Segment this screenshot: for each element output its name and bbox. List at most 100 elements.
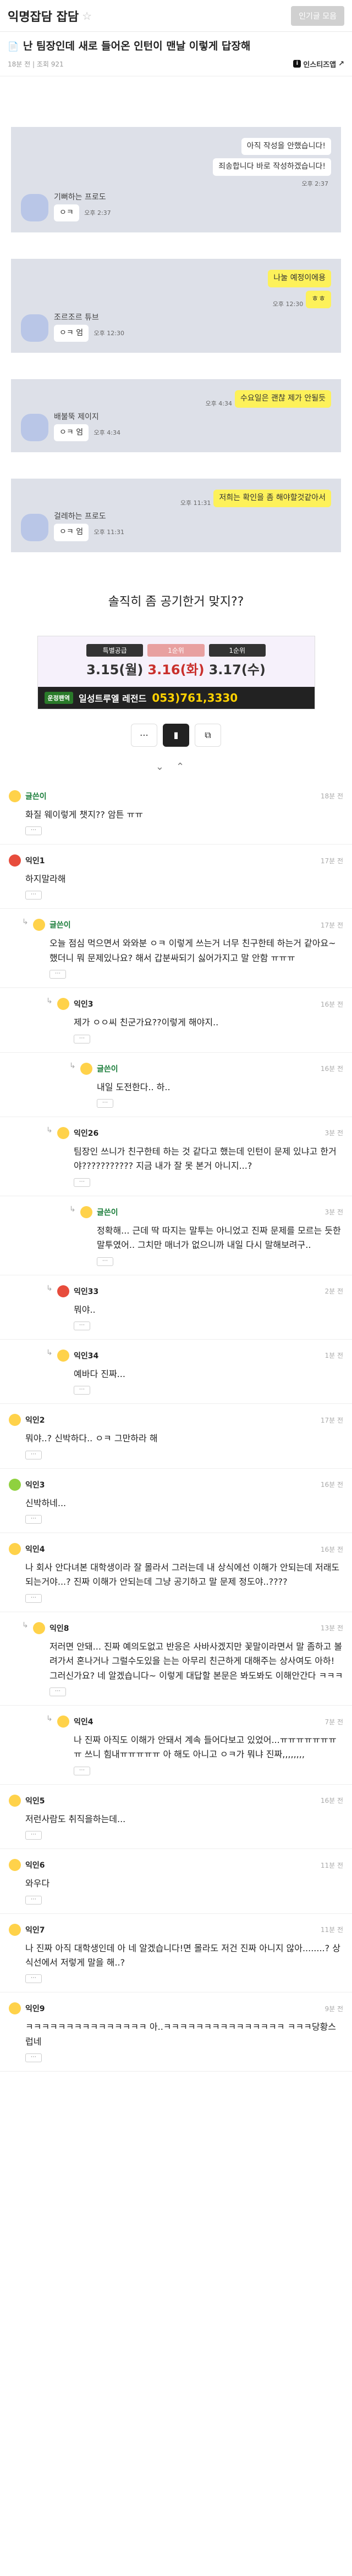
comment-text: 뭐야.. [74, 1304, 96, 1315]
post-age: 18분 전 [8, 60, 31, 68]
user-icon [57, 1349, 69, 1362]
source-link[interactable]: i 인스티즈앱 ↗ [293, 59, 344, 69]
comment-author[interactable]: 익인3 [25, 1479, 45, 1490]
comment-date: 1분 전 [324, 1352, 343, 1360]
reply-arrow-icon: ↳ [46, 1348, 53, 1357]
comment-text: 저러면 안돼... 진짜 예의도없고 반응은 사바사겠지만 꽃말이라면서 말 좀… [50, 1641, 343, 1681]
comment-more-button[interactable]: ⋯ [74, 1321, 90, 1330]
comment-more-button[interactable]: ⋯ [25, 1895, 42, 1905]
chat-time: 오후 4:34 [205, 399, 232, 407]
ad-brand: 일성트루엘 레전드 [78, 693, 147, 704]
comment-author[interactable]: 익인9 [25, 2003, 45, 2014]
comment-text: 나 회사 안다녀본 대학생이라 잘 몰라서 그러는데 내 상식에선 이해가 안되… [25, 1562, 340, 1587]
ad-label: 1순위 [208, 643, 266, 657]
comment-more-button[interactable]: ⋯ [25, 891, 42, 900]
comment-more-button[interactable]: ⋯ [50, 970, 66, 979]
comment: ↳ 글쓴이 3분 전 정확해... 근데 딱 따지는 말투는 아니었고 진짜 문제를 … [0, 1196, 352, 1275]
comment-text: 정확해... 근데 딱 따지는 말투는 아니었고 진짜 문제를 모르는 듯한 말… [97, 1225, 341, 1251]
chat-message: 저희는 확인을 좀 해야할것같아서 [213, 490, 331, 508]
comment-more-button[interactable]: ⋯ [50, 1687, 66, 1697]
comment-text: 신박하네... [25, 1497, 67, 1508]
comment-author[interactable]: 글쓴이 [97, 1063, 118, 1074]
more-options-button[interactable]: ⋯ [131, 723, 157, 747]
comment-author[interactable]: 익인33 [74, 1286, 98, 1297]
user-icon [9, 1859, 21, 1872]
star-icon[interactable]: ☆ [82, 9, 92, 23]
post-title: 난 팀장인데 새로 들어온 인턴이 맨날 이렇게 답장해 [23, 40, 251, 52]
comment-date: 11분 전 [320, 1926, 343, 1934]
comment-author[interactable]: 글쓴이 [50, 919, 71, 930]
comment-more-button[interactable]: ⋯ [25, 826, 42, 836]
user-icon [57, 998, 69, 1011]
comment-more-button[interactable]: ⋯ [97, 1098, 113, 1108]
comment-author[interactable]: 글쓴이 [25, 791, 47, 802]
comment-date: 2분 전 [324, 1287, 343, 1296]
comment-author[interactable]: 익인6 [25, 1859, 45, 1870]
comment-text: 와우다 [25, 1878, 50, 1889]
comment-more-button[interactable]: ⋯ [25, 1450, 42, 1459]
comment-more-button[interactable]: ⋯ [25, 1594, 42, 1603]
comment-author[interactable]: 익인3 [74, 998, 94, 1009]
comment-author[interactable]: 익인4 [25, 1544, 45, 1555]
scrap-button[interactable]: ⧉ [195, 723, 221, 747]
comment-text: ㅋㅋㅋㅋㅋㅋㅋㅋㅋㅋㅋㅋㅋㅋㅋ 아..ㅋㅋㅋㅋㅋㅋㅋㅋㅋㅋㅋㅋㅋㅋㅋ ㅋㅋㅋ당황… [25, 2022, 336, 2047]
comment-more-button[interactable]: ⋯ [25, 1515, 42, 1524]
comment: 익인6 11분 전와우다 ⋯ [0, 1849, 352, 1914]
comment-date: 7분 전 [324, 1718, 343, 1726]
advertisement-banner[interactable]: 특별공급 3.15(월) 1순위 3.16(화) 1순위 3.17(수) 운정팬역 일… [37, 635, 315, 709]
chat-message: ㅇㅋ 엄 [54, 324, 89, 342]
comment-more-button[interactable]: ⋯ [74, 1034, 90, 1043]
popular-posts-button[interactable]: 인기글 모음 [291, 5, 344, 26]
comment-date: 16분 전 [320, 1797, 343, 1805]
comment-more-button[interactable]: ⋯ [25, 1974, 42, 1984]
chat-sender-name: 걸레하는 프로도 [54, 512, 106, 521]
comment-date: 18분 전 [320, 792, 343, 801]
comment: 익인7 11분 전나 진짜 아직 대학생인데 아 네 알겠습니다!면 몰라도 저건… [0, 1914, 352, 1993]
comment-more-button[interactable]: ⋯ [25, 1831, 42, 1840]
comment-more-button[interactable]: ⋯ [97, 1257, 113, 1266]
user-icon [9, 1414, 21, 1426]
comment-author[interactable]: 익인34 [74, 1350, 98, 1361]
comment-author[interactable]: 익인8 [50, 1623, 69, 1634]
avatar [21, 194, 48, 222]
chat-sender-name: 기뻐하는 프로도 [54, 192, 106, 202]
comment-more-button[interactable]: ⋯ [25, 2053, 42, 2063]
comment-author[interactable]: 익인2 [25, 1414, 45, 1425]
document-icon: 📄 [8, 41, 19, 52]
ad-date: 3.16(화) [147, 662, 205, 678]
comment: ↳ 익인3 16분 전 제가 ㅇㅇ씨 친군가요??이렇게 해야지.. ⋯ [0, 988, 352, 1053]
comment-date: 16분 전 [320, 1545, 343, 1553]
comment-author[interactable]: 익인1 [25, 855, 45, 866]
comment-author[interactable]: 익인5 [25, 1795, 45, 1806]
comment-text: 제가 ㅇㅇ씨 친군가요??이렇게 해야지.. [74, 1017, 219, 1028]
chat-screenshot-3: 오후 4:34 수요일은 괜찮 제가 안될듯 배불뚝 제이지 ㅇㅋ 엄 오후 4:… [11, 379, 341, 453]
comment-author[interactable]: 익인7 [25, 1924, 45, 1935]
user-icon [33, 919, 45, 931]
chat-time: 오후 12:30 [272, 300, 304, 308]
chat-message: 아직 작성을 안했습니다! [241, 137, 331, 156]
chat-message: 죄송합니다 바로 작성하겠습니다! [213, 158, 331, 176]
bookmark-button[interactable]: ▮ [163, 723, 189, 747]
user-icon [57, 1285, 69, 1297]
comment: 익인4 16분 전나 회사 안다녀본 대학생이라 잘 몰라서 그러는데 내 상식에… [0, 1533, 352, 1612]
comment: 익인3 16분 전 신박하네... ⋯ [0, 1469, 352, 1534]
comment: ↳ 익인33 2분 전뭐야.. ⋯ [0, 1275, 352, 1340]
board-title[interactable]: 익명잡담 잡담 ☆ [8, 7, 92, 25]
avatar [21, 513, 48, 541]
comment-author[interactable]: 글쓴이 [97, 1207, 118, 1218]
ad-date: 3.17(수) [208, 662, 266, 678]
comment-text: 하지말라해 [25, 874, 66, 885]
reply-arrow-icon: ↳ [46, 1284, 53, 1293]
comment-more-button[interactable]: ⋯ [74, 1178, 90, 1187]
chat-message: 나눌 예정이에용 [268, 270, 331, 288]
comment-more-button[interactable]: ⋯ [74, 1766, 90, 1775]
comment-date: 11분 전 [320, 1861, 343, 1869]
comment: ↳ 글쓴이 16분 전 내일 도전한다.. 하.. ⋯ [0, 1053, 352, 1117]
comment-author[interactable]: 익인26 [74, 1128, 98, 1139]
avatar [21, 414, 48, 442]
comment-author[interactable]: 익인4 [74, 1716, 94, 1727]
comment-more-button[interactable]: ⋯ [74, 1386, 90, 1395]
comment-list: 글쓴이 18분 전 화질 웨이렇게 챗지?? 암튼 ㅠㅠ ⋯ 익인1 17분 전 하지말라해… [0, 780, 352, 2072]
user-icon [57, 1716, 69, 1728]
fold-chevrons[interactable]: ⌄⌃ [0, 761, 352, 773]
